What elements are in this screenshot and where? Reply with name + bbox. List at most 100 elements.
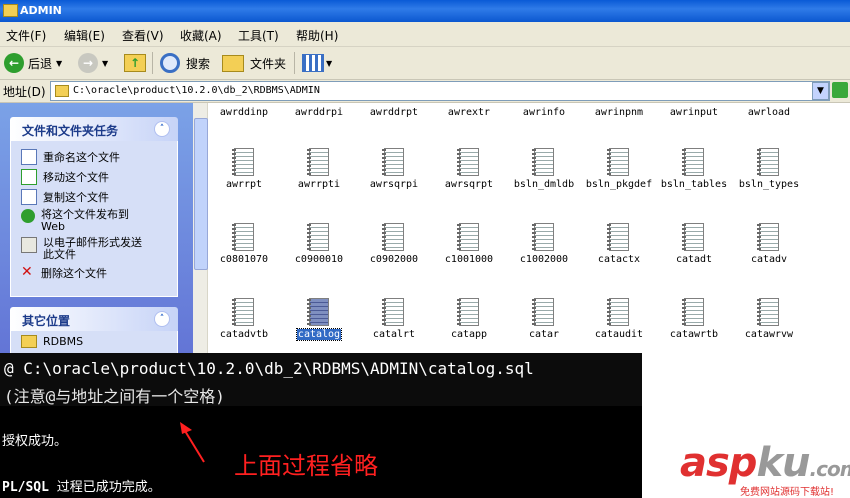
scrollbar-thumb[interactable] [194, 118, 208, 270]
file-tasks-title: 文件和文件夹任务 [22, 124, 119, 138]
file-name: bsln_dmldb [513, 179, 575, 190]
toolbar: ← 后退 ▼ → ▼ ↑ 搜索 文件夹 ▼ [0, 47, 850, 80]
file-name: catalog [295, 328, 343, 341]
folders-label: 文件夹 [250, 56, 287, 71]
file-item[interactable]: catalrt [357, 298, 431, 340]
place-rdbms[interactable]: RDBMS [21, 335, 83, 348]
sql-file-icon [232, 148, 254, 176]
file-name: awrsqrpt [444, 179, 494, 190]
file-item[interactable]: catadt [657, 223, 731, 265]
file-item[interactable]: c1001000 [432, 223, 506, 265]
move-icon [21, 169, 37, 185]
sql-file-icon [232, 223, 254, 251]
chevron-down-icon[interactable]: ▼ [102, 59, 108, 68]
file-item[interactable]: awrrpti [282, 148, 356, 190]
file-item[interactable]: c1002000 [507, 223, 581, 265]
sql-file-icon [532, 223, 554, 251]
sql-file-icon [307, 298, 329, 326]
back-button[interactable]: ← 后退 ▼ [4, 51, 62, 75]
search-label: 搜索 [186, 56, 211, 71]
publish-web-icon [21, 209, 35, 223]
collapse-chevron-icon[interactable]: ˄ [154, 121, 170, 137]
file-item[interactable]: awrinput [657, 107, 731, 118]
file-item[interactable]: awrsqrpt [432, 148, 506, 190]
file-name: awrrpt [225, 179, 263, 190]
chevron-down-icon[interactable]: ▼ [56, 59, 62, 68]
annotation-arrow-icon [180, 422, 205, 463]
search-button[interactable]: 搜索 [160, 51, 210, 75]
other-places-header[interactable]: 其它位置 ˄ [10, 307, 178, 331]
task-email[interactable]: 以电子邮件形式发送 此文件 [21, 237, 142, 261]
file-item[interactable]: awrrpt [207, 148, 281, 190]
go-arrow-icon[interactable] [832, 82, 848, 98]
file-item[interactable]: catadvtb [207, 298, 281, 340]
task-delete[interactable]: ✕ 删除这个文件 [21, 265, 107, 281]
file-name: awrddrpi [294, 107, 344, 118]
menu-bar: 文件(F) 编辑(E) 查看(V) 收藏(A) 工具(T) 帮助(H) [0, 22, 850, 47]
file-item[interactable]: c0902000 [357, 223, 431, 265]
menu-file[interactable]: 文件(F) [6, 27, 46, 44]
file-item[interactable]: awrload [732, 107, 806, 118]
file-item[interactable]: bsln_tables [657, 148, 731, 190]
address-input[interactable]: C:\oracle\product\10.2.0\db_2\RDBMS\ADMI… [50, 81, 830, 101]
console-output-grant: 授权成功。 [2, 434, 68, 449]
task-pane: 文件和文件夹任务 ˄ 重命名这个文件 移动这个文件 复制这个文件 将这个文件发布… [0, 103, 193, 354]
task-label: 将这个文件发布到 Web [41, 208, 129, 233]
file-item[interactable]: awrinpnm [582, 107, 656, 118]
task-rename[interactable]: 重命名这个文件 [21, 149, 120, 165]
views-button[interactable]: ▼ [302, 51, 332, 75]
sql-file-icon [682, 148, 704, 176]
file-tasks-header[interactable]: 文件和文件夹任务 ˄ [10, 117, 178, 141]
menu-help[interactable]: 帮助(H) [296, 27, 338, 44]
file-item[interactable]: bsln_types [732, 148, 806, 190]
file-item[interactable]: awrddinp [207, 107, 281, 118]
chevron-down-icon[interactable]: ▼ [326, 59, 332, 68]
file-item[interactable]: c0801070 [207, 223, 281, 265]
toolbar-separator [294, 52, 295, 74]
file-item[interactable]: awrddrpi [282, 107, 356, 118]
toolbar-separator [152, 52, 153, 74]
menu-view[interactable]: 查看(V) [122, 27, 164, 44]
sql-file-icon [382, 223, 404, 251]
file-name: awrddrpt [369, 107, 419, 118]
back-arrow-icon: ← [4, 53, 24, 73]
file-item[interactable]: awrsqrpi [357, 148, 431, 190]
file-item[interactable]: catar [507, 298, 581, 340]
address-dropdown-button[interactable]: ▼ [812, 82, 829, 100]
other-places-body: RDBMS [10, 331, 178, 354]
folder-icon [3, 4, 18, 17]
file-item[interactable]: catapp [432, 298, 506, 340]
up-folder-button[interactable]: ↑ [124, 51, 146, 75]
task-copy[interactable]: 复制这个文件 [21, 189, 109, 205]
collapse-chevron-icon[interactable]: ˄ [154, 311, 170, 327]
watermark-logo: aspku.com [680, 440, 850, 486]
file-item[interactable]: c0900010 [282, 223, 356, 265]
menu-favorites[interactable]: 收藏(A) [180, 27, 222, 44]
file-item[interactable]: cataudit [582, 298, 656, 340]
file-item[interactable]: awrinfo [507, 107, 581, 118]
file-item[interactable]: catawrtb [657, 298, 731, 340]
file-item[interactable]: awrddrpt [357, 107, 431, 118]
file-name: catadvtb [219, 329, 269, 340]
file-item[interactable]: awrextr [432, 107, 506, 118]
email-icon [21, 237, 37, 253]
file-item-selected[interactable]: catalog [282, 298, 356, 341]
task-label: 复制这个文件 [43, 191, 109, 204]
file-name: catadt [675, 254, 713, 265]
task-move[interactable]: 移动这个文件 [21, 169, 109, 185]
task-publish-web[interactable]: 将这个文件发布到 Web [21, 209, 129, 233]
file-name: c0900010 [294, 254, 344, 265]
file-item[interactable]: catadv [732, 223, 806, 265]
file-item[interactable]: bsln_pkgdef [582, 148, 656, 190]
menu-edit[interactable]: 编辑(E) [64, 27, 105, 44]
file-item[interactable]: catawrvw [732, 298, 806, 340]
rename-icon [21, 149, 37, 165]
file-item[interactable]: catactx [582, 223, 656, 265]
menu-tools[interactable]: 工具(T) [238, 27, 279, 44]
folders-icon [222, 54, 244, 72]
file-name: awrddinp [219, 107, 269, 118]
forward-button[interactable]: → ▼ [78, 51, 108, 75]
sql-file-icon [307, 148, 329, 176]
file-item[interactable]: bsln_dmldb [507, 148, 581, 190]
folders-button[interactable]: 文件夹 [222, 51, 286, 75]
